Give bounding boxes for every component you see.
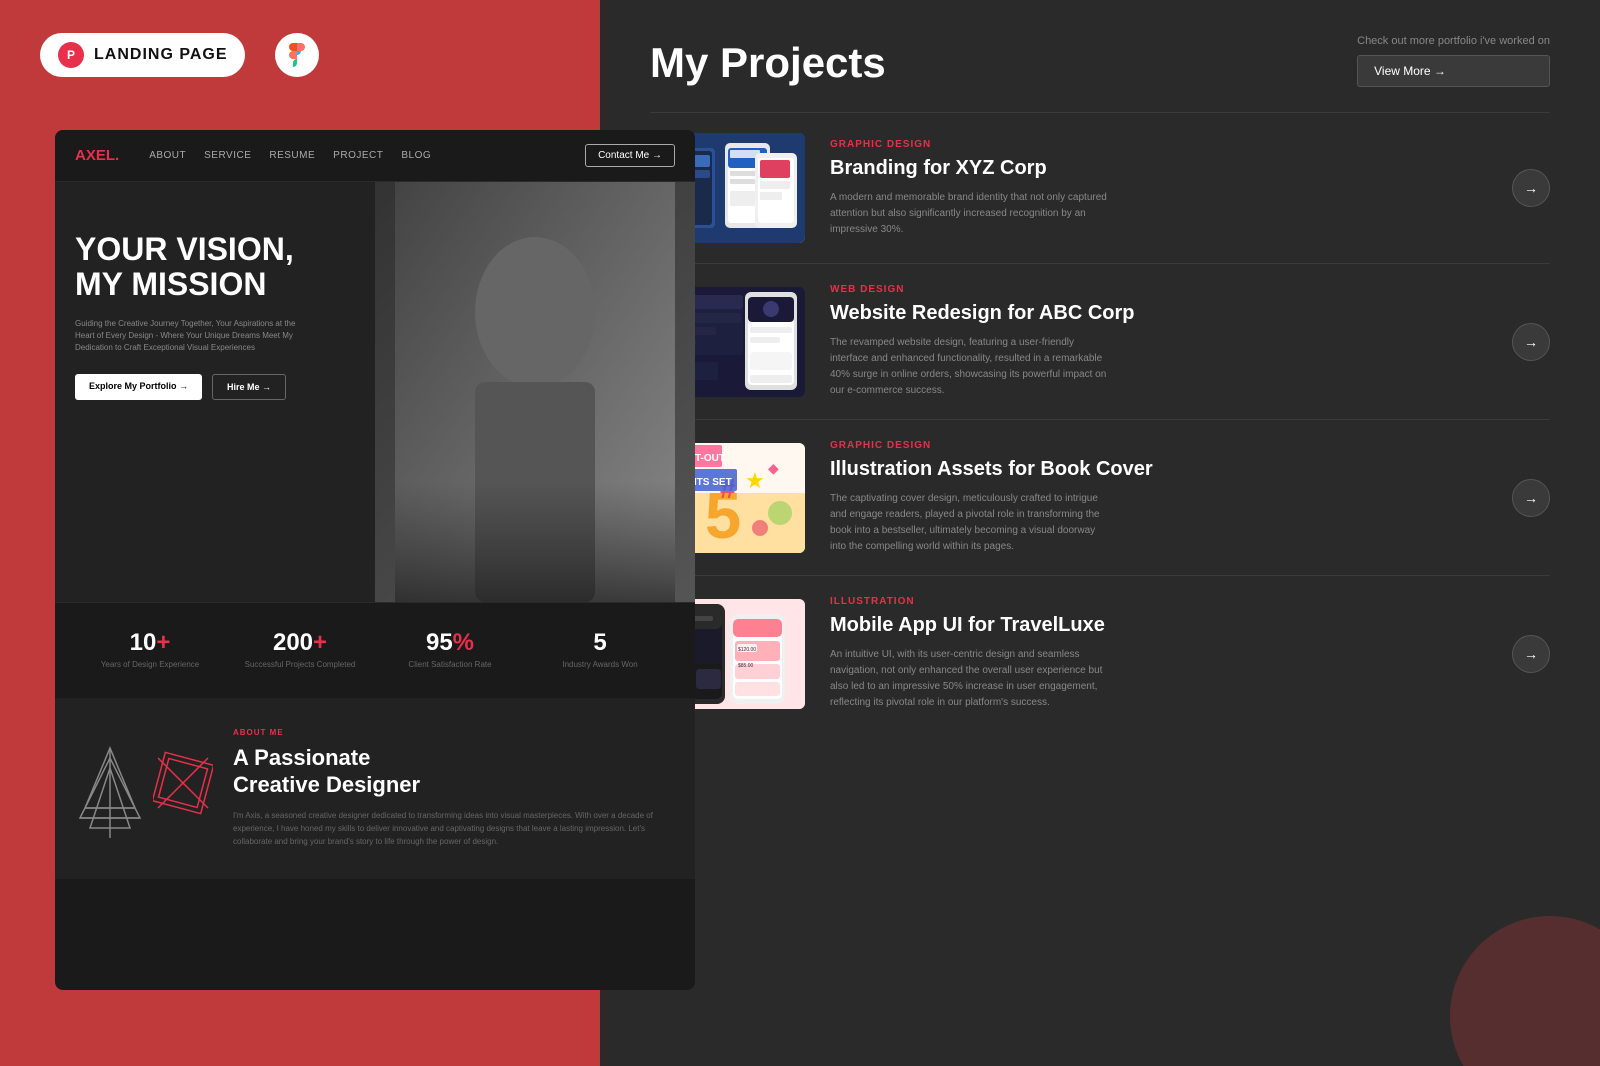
nav-service: SERVICE bbox=[204, 150, 251, 161]
hero-buttons: Explore My Portfolio → Hire Me → bbox=[75, 374, 395, 400]
stat-projects: 200+ Successful Projects Completed bbox=[225, 631, 375, 670]
about-icons bbox=[75, 728, 213, 848]
portfolio-button[interactable]: Explore My Portfolio → bbox=[75, 374, 202, 400]
project-name-2: Website Redesign for ABC Corp bbox=[830, 301, 1487, 325]
nav-resume: RESUME bbox=[269, 150, 315, 161]
stat-satisfaction: 95% Client Satisfaction Rate bbox=[375, 631, 525, 670]
nav-links: ABOUT SERVICE RESUME PROJECT BLOG bbox=[149, 150, 585, 161]
project-desc-1: A modern and memorable brand identity th… bbox=[830, 190, 1110, 238]
project-name-1: Branding for XYZ Corp bbox=[830, 156, 1487, 180]
geo-shape-2 bbox=[153, 728, 213, 848]
portrait-svg bbox=[395, 182, 675, 602]
right-panel: My Projects Check out more portfolio i'v… bbox=[600, 0, 1600, 1066]
hero-content: YOUR VISION, MY MISSION Guiding the Crea… bbox=[75, 232, 395, 400]
badge-icon: P bbox=[58, 42, 84, 68]
svg-text:$120.00: $120.00 bbox=[738, 647, 756, 653]
project-name-3: Illustration Assets for Book Cover bbox=[830, 457, 1487, 481]
project-category-2: WEB DESIGN bbox=[830, 284, 1487, 295]
svg-text:★: ★ bbox=[745, 468, 765, 493]
project-item: GRAPHIC DESIGN Branding for XYZ Corp A m… bbox=[650, 112, 1550, 263]
project-category-1: GRAPHIC DESIGN bbox=[830, 139, 1487, 150]
hero-section: YOUR VISION, MY MISSION Guiding the Crea… bbox=[55, 182, 695, 602]
project-desc-3: The captivating cover design, meticulous… bbox=[830, 491, 1110, 555]
project-info-3: GRAPHIC DESIGN Illustration Assets for B… bbox=[830, 440, 1487, 555]
project-item: WEB DESIGN Website Redesign for ABC Corp… bbox=[650, 263, 1550, 419]
left-panel-website: AXEL. ABOUT SERVICE RESUME PROJECT BLOG … bbox=[55, 130, 695, 990]
about-text: I'm Axis, a seasoned creative designer d… bbox=[233, 810, 675, 848]
geo-shape-1 bbox=[75, 728, 145, 848]
stats-section: 10+ Years of Design Experience 200+ Succ… bbox=[55, 602, 695, 698]
stat-satisfaction-label: Client Satisfaction Rate bbox=[375, 660, 525, 670]
brand-name: AXEL. bbox=[75, 147, 119, 164]
project-info-2: WEB DESIGN Website Redesign for ABC Corp… bbox=[830, 284, 1487, 399]
about-tag: ABOUT ME bbox=[233, 728, 675, 737]
project-arrow-4[interactable]: → bbox=[1512, 635, 1550, 673]
project-item: $120.00 $85.00 ILLUSTRATION Mobile App U… bbox=[650, 575, 1550, 731]
project-category-4: ILLUSTRATION bbox=[830, 596, 1487, 607]
hero-subtitle: Guiding the Creative Journey Together, Y… bbox=[75, 318, 315, 354]
project-arrow-1[interactable]: → bbox=[1512, 169, 1550, 207]
website-nav: AXEL. ABOUT SERVICE RESUME PROJECT BLOG … bbox=[55, 130, 695, 182]
project-category-3: GRAPHIC DESIGN bbox=[830, 440, 1487, 451]
badge-label: LANDING PAGE bbox=[94, 46, 227, 64]
landing-page-badge: P LANDING PAGE bbox=[40, 33, 245, 77]
hero-title: YOUR VISION, MY MISSION bbox=[75, 232, 395, 302]
svg-text:$85.00: $85.00 bbox=[738, 663, 754, 669]
hire-button[interactable]: Hire Me → bbox=[212, 374, 286, 400]
about-content: ABOUT ME A Passionate Creative Designer … bbox=[233, 728, 675, 848]
project-desc-4: An intuitive UI, with its user-centric d… bbox=[830, 647, 1110, 711]
project-arrow-2[interactable]: → bbox=[1512, 323, 1550, 361]
figma-icon[interactable] bbox=[275, 33, 319, 77]
top-bar: P LANDING PAGE bbox=[0, 0, 1600, 110]
nav-project: PROJECT bbox=[333, 150, 383, 161]
nav-blog: BLOG bbox=[401, 150, 431, 161]
project-name-4: Mobile App UI for TravelLuxe bbox=[830, 613, 1487, 637]
project-info-4: ILLUSTRATION Mobile App UI for TravelLux… bbox=[830, 596, 1487, 711]
project-info-1: GRAPHIC DESIGN Branding for XYZ Corp A m… bbox=[830, 139, 1487, 238]
project-arrow-3[interactable]: → bbox=[1512, 479, 1550, 517]
hero-portrait-area bbox=[375, 182, 695, 602]
project-desc-2: The revamped website design, featuring a… bbox=[830, 335, 1110, 399]
contact-button[interactable]: Contact Me → bbox=[585, 144, 675, 167]
stat-experience-label: Years of Design Experience bbox=[75, 660, 225, 670]
stat-projects-label: Successful Projects Completed bbox=[225, 660, 375, 670]
stat-awards-label: Industry Awards Won bbox=[525, 660, 675, 670]
project-item: 5 4 # FINE CUT-OUT ELEMENTS SET ★ ◆ bbox=[650, 419, 1550, 575]
stat-experience: 10+ Years of Design Experience bbox=[75, 631, 225, 670]
about-section: ABOUT ME A Passionate Creative Designer … bbox=[55, 698, 695, 878]
nav-about: ABOUT bbox=[149, 150, 186, 161]
stat-awards: 5 Industry Awards Won bbox=[525, 631, 675, 670]
project-list: GRAPHIC DESIGN Branding for XYZ Corp A m… bbox=[600, 112, 1600, 731]
about-title: A Passionate Creative Designer bbox=[233, 745, 675, 798]
svg-text:◆: ◆ bbox=[768, 460, 779, 476]
